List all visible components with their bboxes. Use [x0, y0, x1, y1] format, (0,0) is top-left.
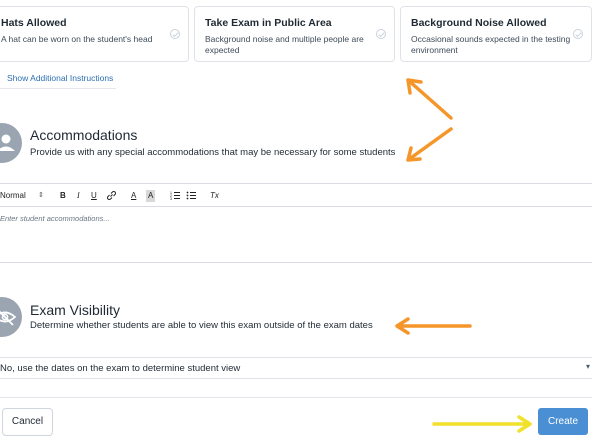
format-select[interactable]: Normal — [0, 190, 26, 202]
orange-arrow-to-cards — [406, 78, 453, 120]
orange-arrow-to-accommodations — [406, 127, 453, 162]
svg-text:3: 3 — [170, 197, 172, 201]
option-card-hats[interactable]: Hats Allowed A hat can be worn on the st… — [0, 6, 189, 62]
format-dropdown-icon[interactable]: ⇕ — [38, 190, 44, 202]
eye-slash-icon — [0, 297, 22, 337]
card-title: Background Noise Allowed — [411, 17, 547, 29]
option-card-background-noise[interactable]: Background Noise Allowed Occasional soun… — [400, 6, 592, 62]
check-circle-icon — [376, 29, 386, 39]
card-title: Take Exam in Public Area — [205, 17, 332, 29]
cancel-button[interactable]: Cancel — [2, 408, 53, 436]
editor-toolbar: Normal ⇕ B I U A A 123 Tx — [0, 183, 592, 207]
show-additional-instructions-link[interactable]: Show Additional Instructions — [0, 67, 116, 89]
create-button[interactable]: Create — [538, 408, 588, 435]
option-card-public-area[interactable]: Take Exam in Public Area Background nois… — [194, 6, 395, 62]
chevron-down-icon: ▾ — [585, 362, 590, 371]
section-title: Accommodations — [30, 127, 138, 143]
section-title: Exam Visibility — [30, 302, 120, 318]
card-description: A hat can be worn on the student's head — [1, 34, 153, 44]
highlight-button[interactable]: A — [146, 190, 156, 202]
visibility-selected-option: No, use the dates on the exam to determi… — [0, 363, 241, 374]
card-description: Background noise and multiple people are… — [205, 34, 364, 55]
ordered-list-icon[interactable]: 123 — [170, 190, 181, 202]
visibility-select[interactable]: No, use the dates on the exam to determi… — [0, 357, 592, 379]
accommodations-editor[interactable]: Enter student accommodations... — [0, 207, 592, 263]
section-subtitle: Provide us with any special accommodatio… — [30, 147, 396, 158]
footer-divider — [0, 397, 592, 398]
orange-arrow-to-visibility — [395, 317, 472, 335]
section-subtitle: Determine whether students are able to v… — [30, 320, 373, 331]
clear-format-button[interactable]: Tx — [210, 190, 219, 202]
check-circle-icon — [573, 29, 583, 39]
person-icon — [0, 123, 22, 163]
card-title: Hats Allowed — [1, 17, 67, 29]
card-description: Occasional sounds expected in the testin… — [411, 34, 571, 55]
font-color-button[interactable]: A — [131, 190, 136, 202]
bullet-list-icon[interactable] — [186, 190, 197, 202]
underline-button[interactable]: U — [91, 190, 97, 202]
link-icon[interactable] — [106, 190, 117, 202]
bold-button[interactable]: B — [60, 190, 66, 202]
check-circle-icon — [170, 29, 180, 39]
editor-placeholder: Enter student accommodations... — [0, 214, 110, 223]
yellow-arrow-to-create — [432, 415, 532, 433]
italic-button[interactable]: I — [77, 190, 80, 202]
